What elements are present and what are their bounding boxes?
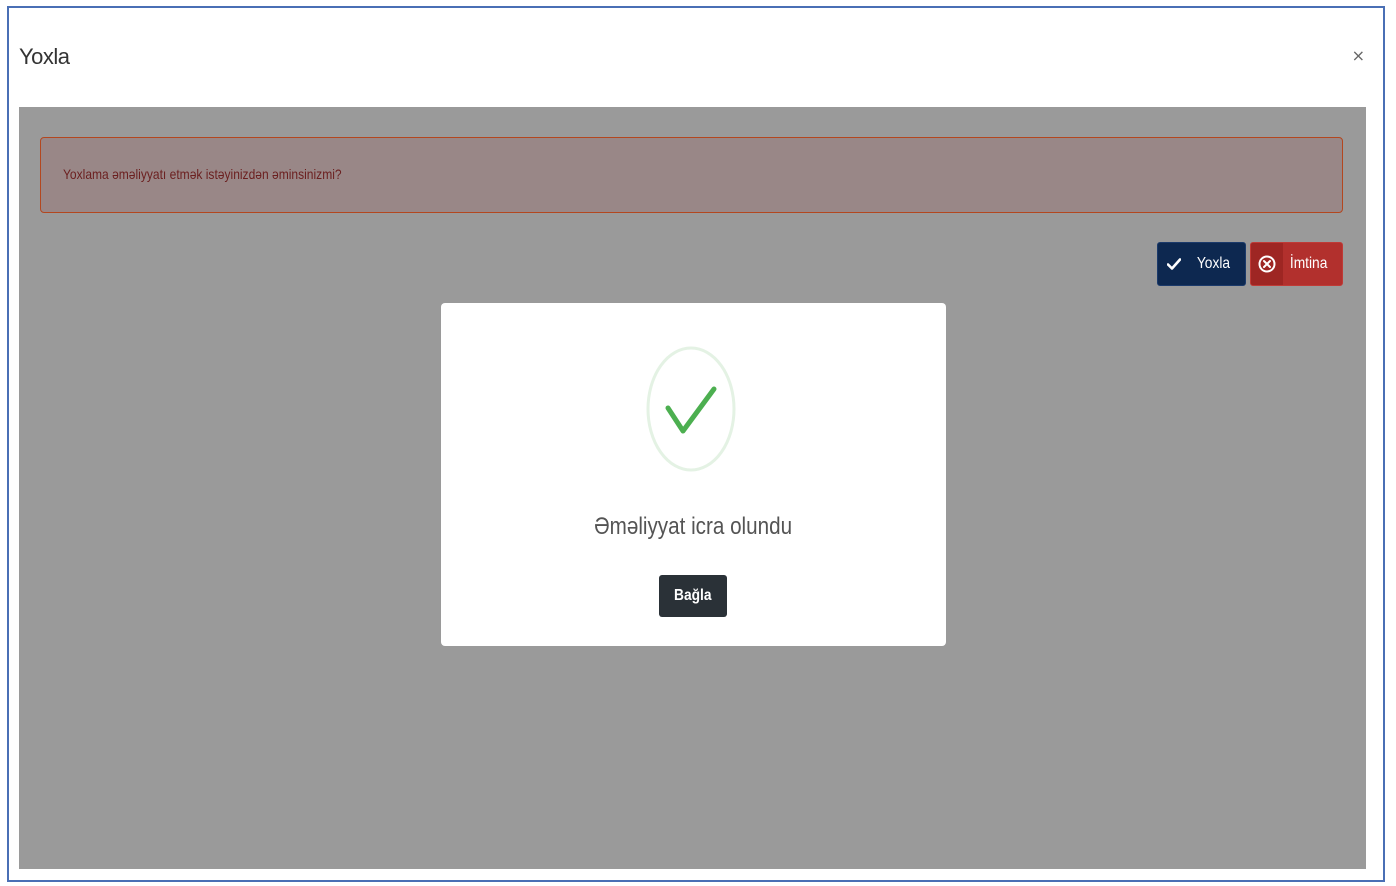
- success-message-text: Əməliyyat icra olundu: [594, 513, 793, 540]
- modal-title: Yoxla: [19, 44, 70, 69]
- success-dialog: Əməliyyat icra olundu Bağla: [441, 303, 946, 646]
- modal-window: Yoxla × Yoxlama əməliyyatı etmək istəyin…: [7, 6, 1385, 882]
- yoxla-button[interactable]: Yoxla: [1157, 242, 1246, 286]
- alert-text: Yoxlama əməliyyatı etmək istəyinizdən əm…: [63, 166, 342, 182]
- bagla-button-label: Bağla: [674, 587, 712, 604]
- imtina-button[interactable]: İmtina: [1250, 242, 1343, 286]
- circle-x-icon: [1251, 243, 1283, 285]
- success-check-icon: [646, 346, 736, 472]
- success-message: Əməliyyat icra olundu: [441, 513, 946, 541]
- yoxla-button-label: Yoxla: [1196, 255, 1231, 272]
- check-icon: [1158, 243, 1190, 285]
- close-icon[interactable]: ×: [1352, 46, 1365, 65]
- bagla-button[interactable]: Bağla: [659, 575, 727, 617]
- imtina-button-label: İmtina: [1289, 255, 1328, 272]
- modal-header: Yoxla ×: [9, 8, 1383, 108]
- modal-body-overlay: Yoxlama əməliyyatı etmək istəyinizdən əm…: [19, 107, 1366, 869]
- confirmation-alert: Yoxlama əməliyyatı etmək istəyinizdən əm…: [40, 137, 1343, 213]
